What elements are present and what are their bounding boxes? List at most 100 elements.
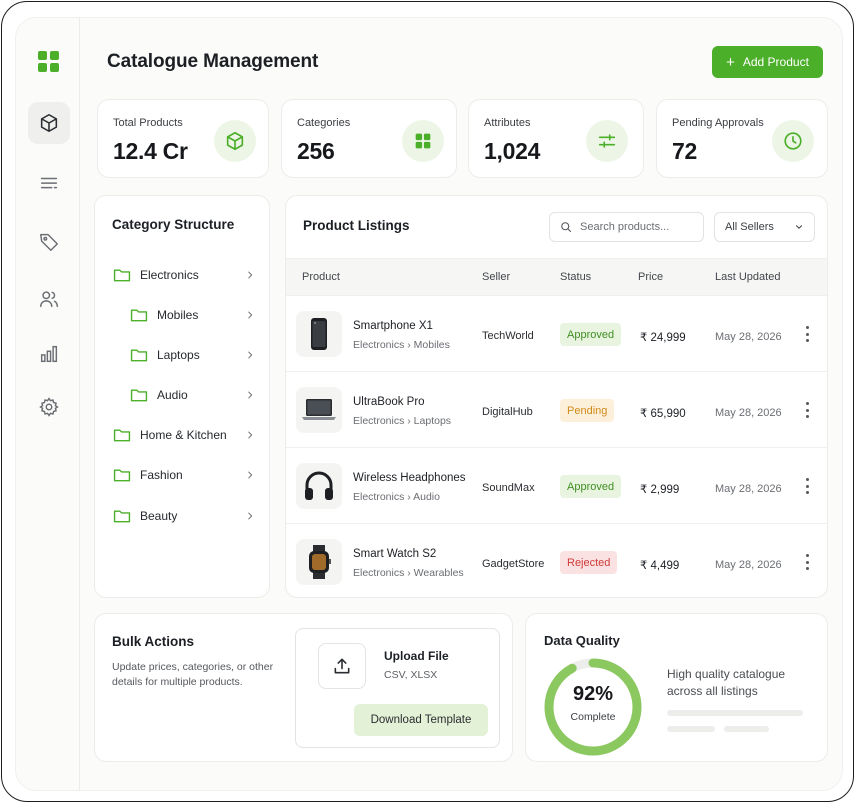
category-structure-card: Category Structure Electronics Mobiles Lap…	[94, 195, 270, 598]
stat-label: Categories	[297, 117, 351, 129]
sidebar-item-sellers[interactable]	[28, 278, 70, 320]
table-row[interactable]: Smartphone X1 Electronics › Mobiles TechWo…	[286, 296, 827, 372]
add-product-button[interactable]: + Add Product	[712, 46, 823, 78]
product-category-path: Electronics › Audio	[353, 491, 440, 503]
product-name[interactable]: Smart Watch S2	[353, 548, 436, 560]
clock-icon	[772, 120, 814, 162]
more-options-icon[interactable]	[804, 326, 810, 342]
last-updated: May 28, 2026	[715, 407, 782, 419]
sidebar-item-products[interactable]	[28, 102, 70, 144]
box-icon	[40, 113, 58, 133]
chevron-right-icon	[248, 512, 253, 520]
category-item[interactable]: Laptops	[130, 344, 271, 366]
chevron-down-icon	[796, 225, 802, 229]
category-item[interactable]: Electronics	[113, 264, 271, 286]
sidebar-item-listings[interactable]	[28, 163, 70, 205]
column-header-last-updated[interactable]: Last Updated	[715, 271, 780, 283]
seller-name: TechWorld	[482, 330, 534, 342]
upload-file-dropzone[interactable]: Upload File CSV, XLSX Download Template	[295, 628, 500, 748]
sidebar-item-analytics[interactable]	[28, 333, 70, 375]
status-badge: Rejected	[560, 551, 618, 574]
category-item-label: Audio	[157, 388, 188, 402]
product-name[interactable]: UltraBook Pro	[353, 396, 425, 408]
seller-name: SoundMax	[482, 482, 535, 494]
product-listings-title: Product Listings	[303, 218, 410, 233]
category-item-label: Home & Kitchen	[140, 428, 227, 442]
last-updated: May 28, 2026	[715, 483, 782, 495]
data-quality-percent: 92%	[572, 683, 614, 705]
table-row[interactable]: Smart Watch S2 Electronics › Wearables Gad…	[286, 524, 827, 597]
laptop-icon	[296, 387, 342, 433]
product-name[interactable]: Smartphone X1	[353, 320, 433, 332]
chevron-right-icon	[248, 351, 253, 359]
more-options-icon[interactable]	[804, 402, 810, 418]
search-box	[549, 212, 704, 242]
stat-label: Total Products	[113, 117, 183, 129]
category-item[interactable]: Home & Kitchen	[113, 424, 271, 446]
column-header-price[interactable]: Price	[638, 271, 663, 283]
sliders-icon	[586, 120, 628, 162]
category-item[interactable]: Audio	[130, 384, 271, 406]
table-row[interactable]: UltraBook Pro Electronics › Laptops Digita…	[286, 372, 827, 448]
product-name[interactable]: Wireless Headphones	[353, 472, 466, 484]
smartwatch-icon	[296, 539, 342, 585]
stat-value: 256	[297, 138, 335, 164]
category-item[interactable]: Mobiles	[130, 304, 271, 326]
bulk-actions-description: Update prices, categories, or other deta…	[112, 661, 274, 688]
search-input[interactable]	[580, 221, 690, 233]
data-quality-description: High quality catalogue across all listin…	[667, 667, 786, 698]
category-item[interactable]: Fashion	[113, 464, 271, 486]
seller-filter-select[interactable]: All Sellers	[714, 212, 815, 242]
product-price: ₹ 4,499	[640, 560, 680, 572]
box-icon	[214, 120, 256, 162]
seller-name: GadgetStore	[482, 558, 545, 570]
stat-card-categories: Categories 256	[281, 99, 457, 178]
product-price: ₹ 2,999	[640, 484, 680, 496]
last-updated: May 28, 2026	[715, 559, 782, 571]
column-header-seller[interactable]: Seller	[482, 271, 510, 283]
placeholder-bar	[667, 726, 715, 732]
data-quality-card: Data Quality 92% Complete High quality c…	[525, 613, 828, 762]
bulk-actions-card: Bulk Actions Update prices, categories, …	[94, 613, 513, 762]
status-badge: Approved	[560, 323, 622, 346]
more-options-icon[interactable]	[804, 478, 810, 494]
product-category-path: Electronics › Wearables	[353, 567, 464, 579]
gear-icon	[39, 397, 59, 417]
smartphone-icon	[296, 311, 342, 357]
more-options-icon[interactable]	[804, 554, 810, 570]
grid-icon	[402, 120, 444, 162]
column-header-status[interactable]: Status	[560, 271, 591, 283]
placeholder-bar	[667, 710, 803, 716]
folder-icon	[113, 269, 131, 282]
tag-icon	[40, 233, 58, 251]
status-badge: Pending	[560, 399, 615, 422]
folder-icon	[130, 309, 148, 322]
data-quality-title: Data Quality	[544, 633, 620, 648]
placeholder-bar	[724, 726, 769, 732]
stat-value: 12.4 Cr	[113, 138, 188, 164]
stat-card-pending-approvals: Pending Approvals 72	[656, 99, 828, 178]
folder-icon	[130, 349, 148, 362]
seller-filter-value: All Sellers	[725, 221, 774, 233]
bar-chart-icon	[40, 345, 58, 363]
headphones-icon	[296, 463, 342, 509]
users-icon	[40, 291, 58, 308]
category-item-label: Beauty	[140, 509, 178, 523]
download-template-button[interactable]: Download Template	[354, 704, 488, 736]
sidebar-item-pricing[interactable]	[28, 221, 70, 263]
stat-label: Attributes	[484, 117, 531, 129]
sidebar-item-settings[interactable]	[28, 386, 70, 428]
last-updated: May 28, 2026	[715, 331, 782, 343]
column-header-product[interactable]: Product	[302, 271, 340, 283]
product-price: ₹ 24,999	[640, 332, 686, 344]
stat-value: 72	[672, 138, 697, 164]
add-product-label: Add Product	[742, 55, 809, 69]
upload-icon	[318, 643, 366, 689]
product-price: ₹ 65,990	[640, 408, 686, 420]
category-item[interactable]: Beauty	[113, 505, 271, 527]
category-structure-title: Category Structure	[112, 217, 235, 232]
stat-card-total-products: Total Products 12.4 Cr	[97, 99, 269, 178]
table-row[interactable]: Wireless Headphones Electronics › Audio So…	[286, 448, 827, 524]
sidebar	[16, 18, 80, 790]
upload-file-title: Upload File	[384, 649, 449, 663]
